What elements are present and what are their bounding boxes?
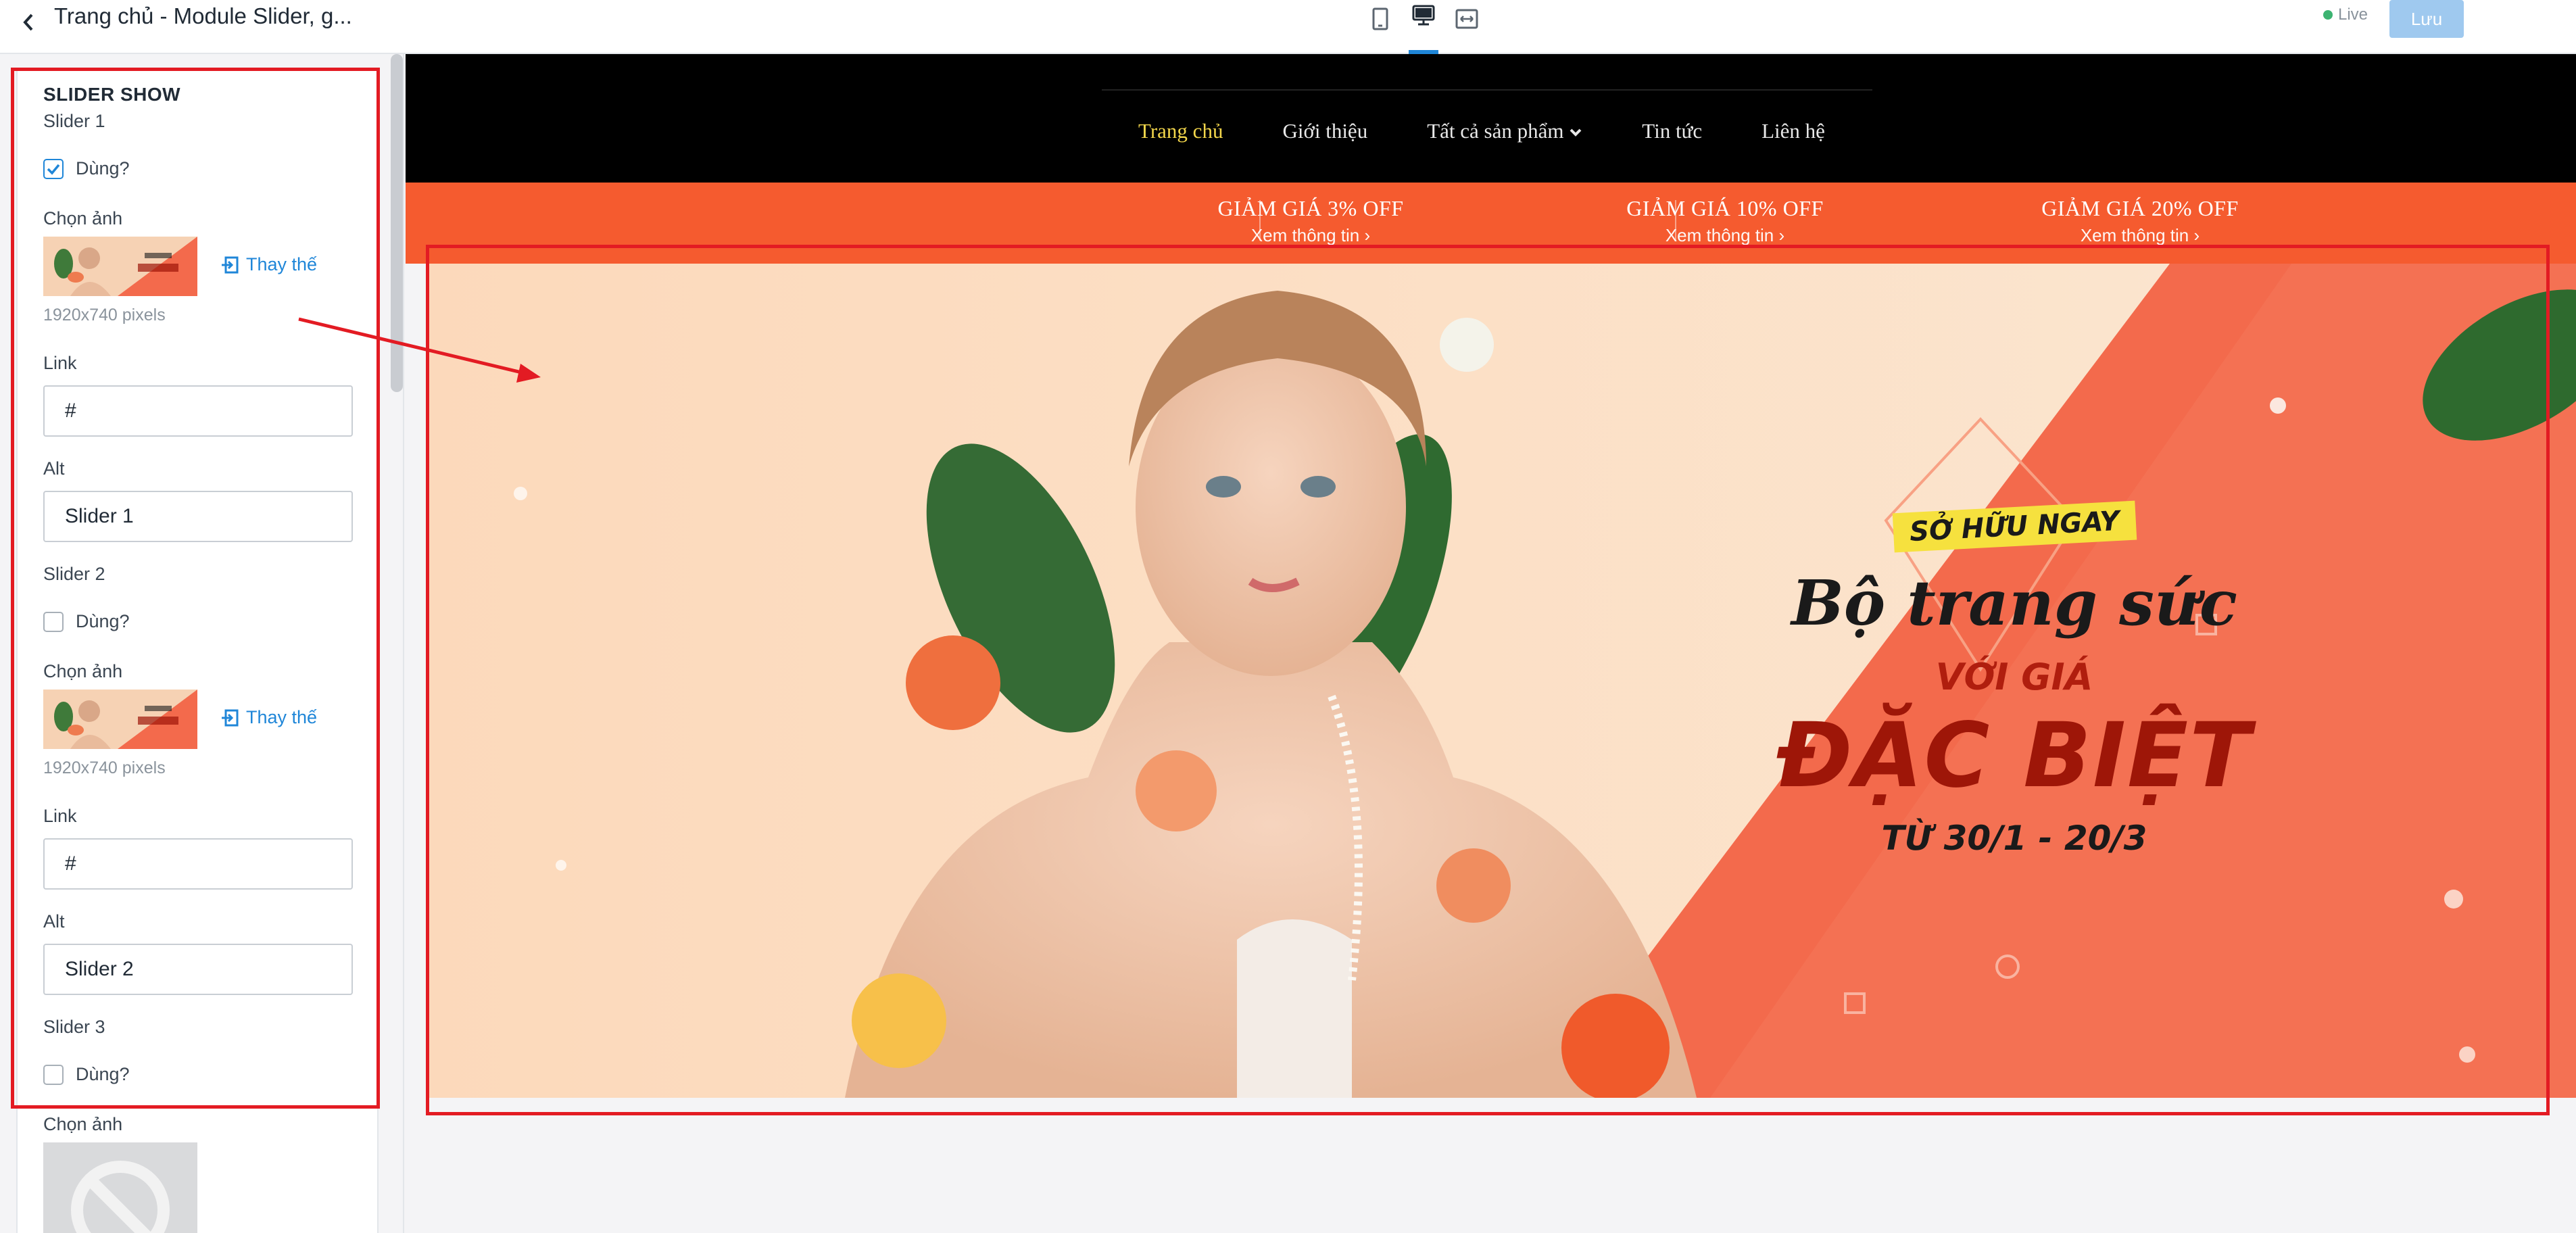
fullwidth-icon bbox=[1455, 9, 1478, 29]
slider-1-heading: Slider 1 bbox=[43, 111, 105, 131]
no-image-icon bbox=[71, 1161, 170, 1233]
promo-2-title: GIẢM GIÁ 10% OFF bbox=[1626, 196, 1824, 220]
slider-1-use-checkbox[interactable]: Dùng? bbox=[43, 158, 130, 179]
slider-2-replace-label: Thay thế bbox=[246, 707, 318, 727]
desktop-icon bbox=[1412, 5, 1435, 26]
tablet-view-button[interactable] bbox=[1365, 0, 1395, 38]
slider-1-link-input[interactable]: # bbox=[43, 385, 353, 437]
promo-1-link: Xem thông tin bbox=[1250, 225, 1360, 245]
banner-emphasis: ĐẶC BIỆT bbox=[1776, 704, 2252, 808]
nav-item-home[interactable]: Trang chủ bbox=[1138, 119, 1223, 143]
slider-2-use-label: Dùng? bbox=[76, 611, 130, 631]
replace-image-icon bbox=[222, 256, 239, 273]
device-switcher bbox=[1365, 0, 1482, 54]
slider-1-replace-label: Thay thế bbox=[246, 254, 318, 274]
site-navigation: Trang chủ Giới thiệu Tất cả sản phẩm Tin… bbox=[406, 54, 2576, 183]
replace-image-icon bbox=[222, 709, 239, 726]
slider-1-alt-input[interactable]: Slider 1 bbox=[43, 491, 353, 542]
banner-dates: TỪ 30/1 - 20/3 bbox=[1881, 819, 2147, 858]
promo-1-title: GIẢM GIÁ 3% OFF bbox=[1217, 196, 1404, 220]
promo-divider bbox=[1259, 200, 1261, 241]
slider-2-link-label: Link bbox=[43, 806, 77, 826]
slider-3-use-checkbox[interactable]: Dùng? bbox=[43, 1064, 130, 1085]
slider-1-thumbnail[interactable] bbox=[43, 237, 197, 296]
slider-2-image-label: Chọn ảnh bbox=[43, 661, 123, 681]
slider-2-replace-button[interactable]: Thay thế bbox=[220, 707, 317, 728]
fullwidth-view-button[interactable] bbox=[1452, 0, 1482, 38]
chevron-down-icon bbox=[1570, 128, 1582, 137]
slider-settings-card: SLIDER SHOW Slider 1 Dùng? Chọn ảnh Thay… bbox=[16, 68, 379, 1233]
slider-1-use-label: Dùng? bbox=[76, 158, 130, 178]
slider-3-use-label: Dùng? bbox=[76, 1064, 130, 1084]
banner-subline: VỚI GIÁ bbox=[1935, 656, 2093, 698]
live-status: Live bbox=[2323, 5, 2368, 24]
save-button[interactable]: Lưu bbox=[2389, 0, 2464, 38]
slider-1-replace-button[interactable]: Thay thế bbox=[220, 254, 317, 275]
nav-item-contact[interactable]: Liên hệ bbox=[1761, 119, 1825, 143]
slider-1-alt-label: Alt bbox=[43, 458, 65, 479]
slider-2-alt-label: Alt bbox=[43, 911, 65, 932]
section-title: SLIDER SHOW bbox=[43, 84, 181, 105]
promo-3-title: GIẢM GIÁ 20% OFF bbox=[2041, 196, 2239, 220]
promo-item-1[interactable]: GIẢM GIÁ 3% OFF Xem thông tin › bbox=[1142, 196, 1480, 246]
checkbox-unchecked-icon[interactable] bbox=[43, 1064, 64, 1085]
promo-item-2[interactable]: GIẢM GIÁ 10% OFF Xem thông tin › bbox=[1556, 196, 1894, 246]
live-label: Live bbox=[2338, 5, 2368, 24]
slider-2-heading: Slider 2 bbox=[43, 564, 105, 584]
settings-sidebar: SLIDER SHOW Slider 1 Dùng? Chọn ảnh Thay… bbox=[0, 54, 404, 1233]
slider-3-image-label: Chọn ảnh bbox=[43, 1114, 123, 1134]
promo-bar: GIẢM GIÁ 3% OFF Xem thông tin › GIẢM GIÁ… bbox=[406, 183, 2576, 264]
site-preview: Trang chủ Giới thiệu Tất cả sản phẩm Tin… bbox=[406, 54, 2576, 1233]
slider-2-link-input[interactable]: # bbox=[43, 838, 353, 890]
promo-2-link: Xem thông tin bbox=[1665, 225, 1774, 245]
promo-divider bbox=[1675, 200, 1676, 241]
slider-2-size-hint: 1920x740 pixels bbox=[43, 758, 166, 777]
slider-2-thumbnail[interactable] bbox=[43, 690, 197, 749]
nav-item-products[interactable]: Tất cả sản phẩm bbox=[1427, 119, 1582, 143]
promo-item-3[interactable]: GIẢM GIÁ 20% OFF Xem thông tin › bbox=[1971, 196, 2309, 246]
nav-item-about[interactable]: Giới thiệu bbox=[1282, 119, 1367, 143]
live-dot-icon bbox=[2323, 10, 2333, 20]
banner-headline: Bộ trang sức bbox=[1791, 566, 2237, 639]
top-bar: Trang chủ - Module Slider, g... Live Lưu bbox=[0, 0, 2576, 54]
page-title: Trang chủ - Module Slider, g... bbox=[54, 3, 352, 28]
nav-item-products-label: Tất cả sản phẩm bbox=[1427, 119, 1564, 143]
slider-3-heading: Slider 3 bbox=[43, 1017, 105, 1037]
nav-item-news[interactable]: Tin tức bbox=[1642, 119, 1702, 143]
nav-menu: Trang chủ Giới thiệu Tất cả sản phẩm Tin… bbox=[1138, 119, 1825, 143]
banner-badge: SỞ HỮU NGAY bbox=[1892, 500, 2137, 553]
desktop-view-button[interactable] bbox=[1409, 0, 1438, 54]
checkbox-checked-icon[interactable] bbox=[43, 158, 64, 179]
slider-1-link-label: Link bbox=[43, 353, 77, 373]
sidebar-scrollbar[interactable] bbox=[391, 54, 403, 392]
slider-2-use-checkbox[interactable]: Dùng? bbox=[43, 611, 130, 632]
slider-2-alt-input[interactable]: Slider 2 bbox=[43, 944, 353, 995]
slider-1-size-hint: 1920x740 pixels bbox=[43, 306, 166, 324]
slider-3-empty-thumbnail[interactable] bbox=[43, 1142, 197, 1233]
banner-copy: SỞ HỮU NGAY Bộ trang sức VỚI GIÁ ĐẶC BIỆ… bbox=[1710, 500, 2318, 858]
back-button[interactable] bbox=[15, 5, 42, 39]
checkbox-unchecked-icon[interactable] bbox=[43, 611, 64, 632]
chevron-left-icon bbox=[23, 14, 33, 31]
nav-divider bbox=[1102, 89, 1872, 91]
slider-banner[interactable]: SỞ HỮU NGAY Bộ trang sức VỚI GIÁ ĐẶC BIỆ… bbox=[426, 264, 2576, 1098]
promo-3-link: Xem thông tin bbox=[2080, 225, 2189, 245]
tablet-icon bbox=[1372, 7, 1388, 30]
slider-1-image-label: Chọn ảnh bbox=[43, 208, 123, 228]
